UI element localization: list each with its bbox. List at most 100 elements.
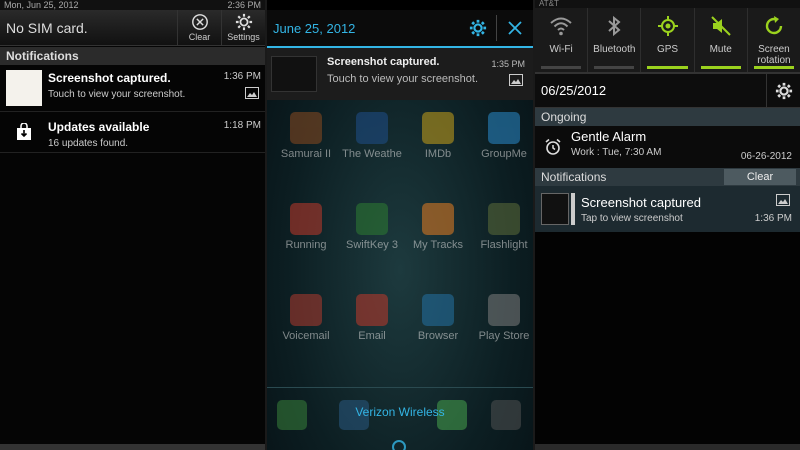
settings-button[interactable]: Settings bbox=[221, 9, 265, 46]
download-bag-icon bbox=[17, 123, 31, 140]
app-icon bbox=[422, 203, 454, 235]
notification-shade-touchwiz: AT&T Wi-Fi Bluetooth GPS Mute Screen rot… bbox=[535, 0, 800, 450]
shade-top-bar: June 25, 2012 bbox=[267, 10, 533, 48]
app-groupme[interactable]: GroupMe bbox=[471, 112, 533, 160]
gps-icon bbox=[657, 16, 678, 36]
app-label: IMDb bbox=[424, 148, 452, 160]
tile-mute[interactable]: Mute bbox=[695, 8, 748, 72]
date-bar: 06/25/2012 bbox=[535, 72, 800, 108]
app-icon bbox=[422, 112, 454, 144]
ongoing-header-label: Ongoing bbox=[541, 110, 587, 124]
notification-updates[interactable]: Updates available 16 updates found. 1:18… bbox=[0, 112, 265, 153]
app-label: Running bbox=[285, 239, 327, 251]
shade-top-bar: No SIM card. Clear Settings bbox=[0, 9, 265, 46]
shade-date: 06/25/2012 bbox=[541, 83, 607, 98]
clear-button[interactable]: Clear bbox=[724, 169, 796, 185]
alarm-clock-icon bbox=[545, 138, 561, 155]
clear-button[interactable] bbox=[497, 9, 533, 47]
wifi-icon bbox=[550, 17, 572, 36]
mute-icon bbox=[710, 16, 731, 36]
image-icon bbox=[245, 87, 259, 99]
notification-shade-stock: June 25, 2012 Screenshot captured. Touch… bbox=[267, 0, 533, 450]
tile-gps[interactable]: GPS bbox=[641, 8, 695, 72]
tile-indicator bbox=[594, 66, 635, 69]
settings-button-label: Settings bbox=[227, 32, 260, 42]
carrier-label: Verizon Wireless bbox=[355, 405, 445, 419]
app-flashlight[interactable]: Flashlight bbox=[471, 203, 533, 251]
app-samurai-ii[interactable]: Samurai II bbox=[273, 112, 339, 160]
clear-icon bbox=[191, 14, 208, 30]
app-icon bbox=[356, 203, 388, 235]
notification-screenshot[interactable]: Screenshot captured Tap to view screensh… bbox=[535, 186, 800, 232]
app-imdb[interactable]: IMDb bbox=[405, 112, 471, 160]
app-label: Samurai II bbox=[280, 148, 332, 160]
status-date: Mon, Jun 25, 2012 bbox=[4, 0, 79, 10]
quick-settings: Wi-Fi Bluetooth GPS Mute Screen rotation bbox=[535, 8, 800, 72]
notification-time: 1:36 PM bbox=[223, 71, 261, 82]
app-label: Browser bbox=[417, 330, 459, 342]
notification-time: 1:18 PM bbox=[223, 120, 261, 131]
screenshot-thumbnail bbox=[541, 193, 569, 225]
notification-shade-ics-sense: Mon, Jun 25, 2012 2:36 PM No SIM card. C… bbox=[0, 0, 265, 450]
app-icon bbox=[488, 203, 520, 235]
app-icon bbox=[290, 294, 322, 326]
app-icon bbox=[422, 294, 454, 326]
screenshot-thumbnail bbox=[271, 56, 317, 92]
tile-screen-rotation[interactable]: Screen rotation bbox=[748, 8, 800, 72]
tile-bluetooth[interactable]: Bluetooth bbox=[588, 8, 642, 72]
tile-label: Mute bbox=[709, 44, 732, 55]
app-label: Email bbox=[358, 330, 386, 342]
app-play-store[interactable]: Play Store bbox=[471, 294, 533, 342]
app-browser[interactable]: Browser bbox=[405, 294, 471, 342]
tile-indicator bbox=[541, 66, 582, 69]
tile-wifi[interactable]: Wi-Fi bbox=[535, 8, 589, 72]
app-label: Play Store bbox=[478, 330, 530, 342]
alarm-date: 06-26-2012 bbox=[740, 151, 792, 162]
ongoing-header: Ongoing bbox=[535, 108, 800, 126]
notification-title: Gentle Alarm bbox=[571, 129, 647, 144]
settings-button[interactable] bbox=[766, 73, 800, 108]
app-swiftkey-3[interactable]: SwiftKey 3 bbox=[339, 203, 405, 251]
app-email[interactable]: Email bbox=[339, 294, 405, 342]
shade-drag-handle[interactable] bbox=[0, 444, 265, 450]
image-icon bbox=[776, 194, 790, 206]
gear-icon bbox=[469, 19, 487, 37]
notification-subtitle: Touch to view your screenshot. bbox=[48, 89, 186, 100]
notification-alarm[interactable]: Gentle Alarm Work : Tue, 7:30 AM 06-26-2… bbox=[535, 126, 800, 168]
tile-indicator bbox=[700, 66, 741, 69]
app-label: Flashlight bbox=[480, 239, 528, 251]
app-icon bbox=[356, 112, 388, 144]
tile-label: Wi-Fi bbox=[549, 44, 573, 55]
app-icon bbox=[290, 203, 322, 235]
app-running[interactable]: Running bbox=[273, 203, 339, 251]
search-icon[interactable] bbox=[392, 440, 406, 450]
app-the-weathe[interactable]: The Weathe bbox=[339, 112, 405, 160]
notification-subtitle: Touch to view your screenshot. bbox=[327, 73, 479, 85]
image-icon bbox=[509, 74, 523, 86]
status-bar: Mon, Jun 25, 2012 2:36 PM bbox=[0, 0, 265, 10]
tile-label: Bluetooth bbox=[593, 44, 636, 55]
app-voicemail[interactable]: Voicemail bbox=[273, 294, 339, 342]
app-icon bbox=[290, 112, 322, 144]
gear-icon bbox=[235, 13, 252, 31]
shade-date: June 25, 2012 bbox=[273, 20, 356, 36]
screenshot-thumbnail bbox=[6, 70, 42, 106]
app-label: My Tracks bbox=[412, 239, 464, 251]
close-icon bbox=[508, 21, 522, 35]
app-label: GroupMe bbox=[481, 148, 527, 160]
notification-screenshot[interactable]: Screenshot captured. Touch to view your … bbox=[0, 65, 265, 112]
status-bar: AT&T bbox=[535, 0, 800, 8]
notifications-header: Notifications bbox=[0, 47, 265, 65]
settings-button[interactable] bbox=[460, 9, 496, 47]
gear-icon bbox=[775, 82, 792, 99]
notification-time: 1:36 PM bbox=[754, 213, 792, 224]
app-icon bbox=[356, 294, 388, 326]
notification-screenshot[interactable]: Screenshot captured. Touch to view your … bbox=[267, 48, 533, 100]
shade-drag-handle[interactable] bbox=[535, 444, 800, 450]
tile-label: Screen rotation bbox=[757, 44, 791, 66]
status-time: 2:36 PM bbox=[227, 0, 261, 10]
clear-button-label: Clear bbox=[188, 32, 211, 42]
app-my-tracks[interactable]: My Tracks bbox=[405, 203, 471, 251]
clear-button[interactable]: Clear bbox=[177, 9, 221, 46]
app-icon bbox=[488, 112, 520, 144]
